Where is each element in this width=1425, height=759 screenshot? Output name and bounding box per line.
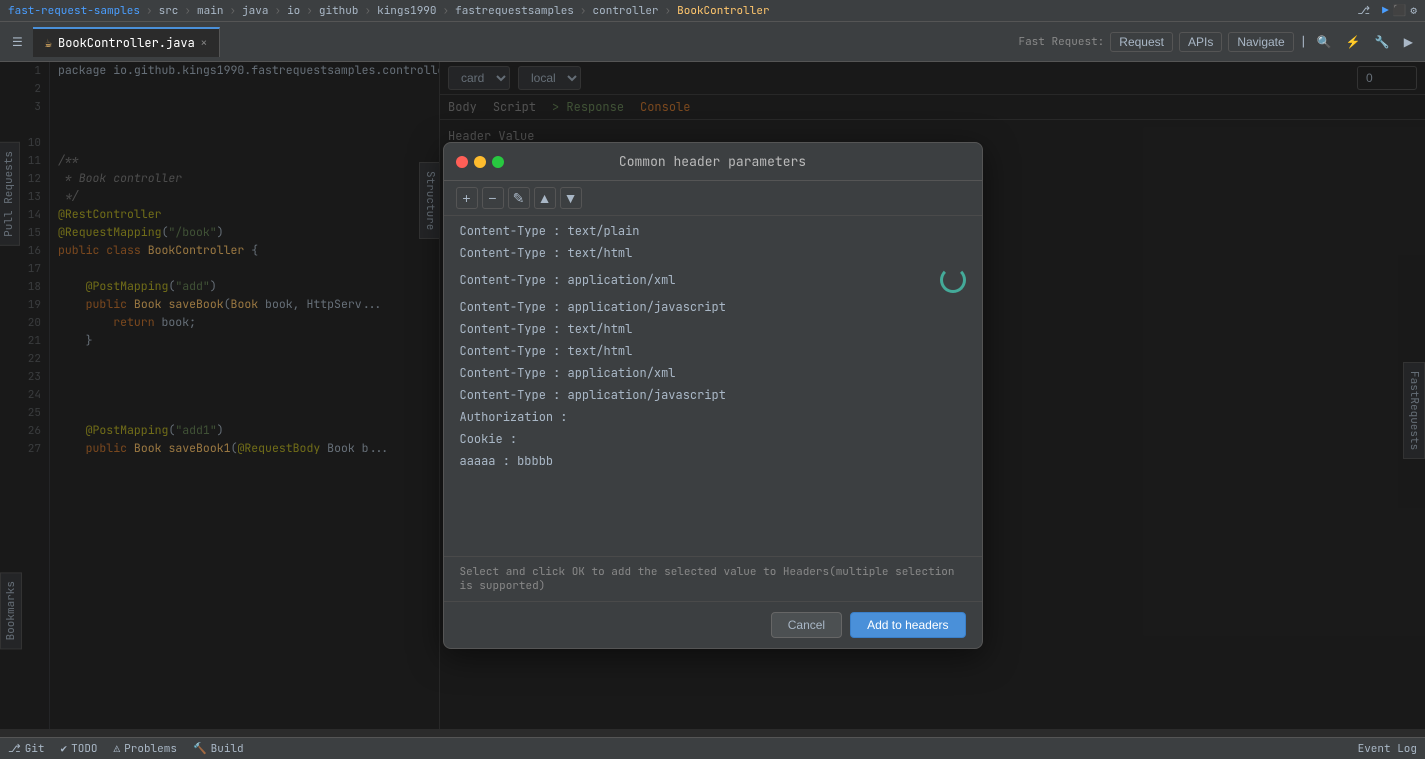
add-item-button[interactable]: + — [456, 187, 478, 209]
search-button[interactable]: 🔍 — [1313, 33, 1336, 51]
build-status[interactable]: 🔨 Build — [193, 742, 244, 756]
common-header-modal: Common header parameters + − ✎ ▲ ▼ Conte… — [443, 142, 983, 649]
fast-request-label: Fast Request: — [1018, 35, 1104, 49]
list-item[interactable]: Content-Type : application/xml — [444, 264, 982, 296]
navigate-button[interactable]: Navigate — [1228, 32, 1293, 52]
modal-title: Common header parameters — [619, 153, 806, 170]
hamburger-button[interactable]: ☰ — [8, 33, 27, 51]
list-item[interactable]: Content-Type : application/xml — [444, 362, 982, 384]
debug-icon[interactable]: ⬛ — [1393, 4, 1407, 18]
event-log-status[interactable]: Event Log — [1358, 742, 1417, 756]
tool2-button[interactable]: 🔧 — [1371, 33, 1394, 51]
modal-overlay: Common header parameters + − ✎ ▲ ▼ Conte… — [0, 62, 1425, 729]
breadcrumb-fastrequestsamples[interactable]: fastrequestsamples — [455, 4, 574, 18]
tab-label: BookController.java — [58, 35, 195, 51]
loading-spinner — [940, 267, 966, 293]
move-up-button[interactable]: ▲ — [534, 187, 556, 209]
add-to-headers-button[interactable]: Add to headers — [850, 612, 965, 638]
build-icon: 🔨 — [193, 742, 207, 756]
problems-status[interactable]: ⚠ Problems — [114, 742, 177, 756]
modal-hint: Select and click OK to add the selected … — [444, 556, 982, 601]
apis-button[interactable]: APIs — [1179, 32, 1222, 52]
breadcrumb-kings1990[interactable]: kings1990 — [377, 4, 436, 18]
list-item[interactable]: Content-Type : application/javascript — [444, 384, 982, 406]
traffic-lights — [456, 156, 504, 168]
move-down-button[interactable]: ▼ — [560, 187, 582, 209]
list-item[interactable]: Authorization : — [444, 406, 982, 428]
tab-close-button[interactable]: ✕ — [201, 36, 207, 49]
list-item[interactable]: Cookie : — [444, 428, 982, 450]
file-icon: ☕ — [45, 35, 52, 51]
modal-toolbar: + − ✎ ▲ ▼ — [444, 181, 982, 216]
todo-status[interactable]: ✔ TODO — [61, 742, 98, 756]
close-traffic-light[interactable] — [456, 156, 468, 168]
remove-item-button[interactable]: − — [482, 187, 504, 209]
file-tab-bookcontroller[interactable]: ☕ BookController.java ✕ — [33, 27, 220, 57]
breadcrumb-github[interactable]: github — [319, 4, 359, 18]
breadcrumb-bookcontroller[interactable]: BookController — [677, 4, 769, 18]
cancel-button[interactable]: Cancel — [771, 612, 842, 638]
request-button[interactable]: Request — [1110, 32, 1173, 52]
vcs-icon[interactable]: ⎇ — [1357, 4, 1370, 18]
list-item[interactable]: aaaaa : bbbbb — [444, 450, 982, 472]
list-item[interactable]: Content-Type : text/html — [444, 340, 982, 362]
main-toolbar: ☰ ☕ BookController.java ✕ Fast Request: … — [0, 22, 1425, 62]
list-item[interactable]: Content-Type : application/javascript — [444, 296, 982, 318]
status-bar: ⎇ Git ✔ TODO ⚠ Problems 🔨 Build Event Lo… — [0, 737, 1425, 759]
header-params-list[interactable]: Content-Type : text/plain Content-Type :… — [444, 216, 982, 556]
modal-footer: Cancel Add to headers — [444, 601, 982, 648]
minimize-traffic-light[interactable] — [474, 156, 486, 168]
run-icon[interactable]: ▶ — [1382, 4, 1389, 18]
git-status[interactable]: ⎇ Git — [8, 742, 45, 756]
breadcrumb-bar: fast-request-samples › src › main › java… — [0, 0, 1425, 22]
tool1-button[interactable]: ⚡ — [1342, 33, 1365, 51]
edit-item-button[interactable]: ✎ — [508, 187, 530, 209]
maximize-traffic-light[interactable] — [492, 156, 504, 168]
list-item[interactable]: Content-Type : text/html — [444, 318, 982, 340]
todo-icon: ✔ — [61, 742, 68, 756]
breadcrumb-project[interactable]: fast-request-samples — [8, 4, 140, 18]
git-icon: ⎇ — [8, 742, 21, 756]
problems-icon: ⚠ — [114, 742, 121, 756]
list-item[interactable]: Content-Type : text/html — [444, 242, 982, 264]
settings-icon[interactable]: ⚙ — [1410, 4, 1417, 18]
breadcrumb-main[interactable]: main — [197, 4, 223, 18]
breadcrumb-controller[interactable]: controller — [593, 4, 659, 18]
breadcrumb-java[interactable]: java — [242, 4, 268, 18]
breadcrumb-io[interactable]: io — [287, 4, 300, 18]
breadcrumb-src[interactable]: src — [159, 4, 179, 18]
list-item[interactable]: Content-Type : text/plain — [444, 220, 982, 242]
modal-title-bar: Common header parameters — [444, 143, 982, 181]
tool3-button[interactable]: ▶ — [1400, 33, 1417, 51]
